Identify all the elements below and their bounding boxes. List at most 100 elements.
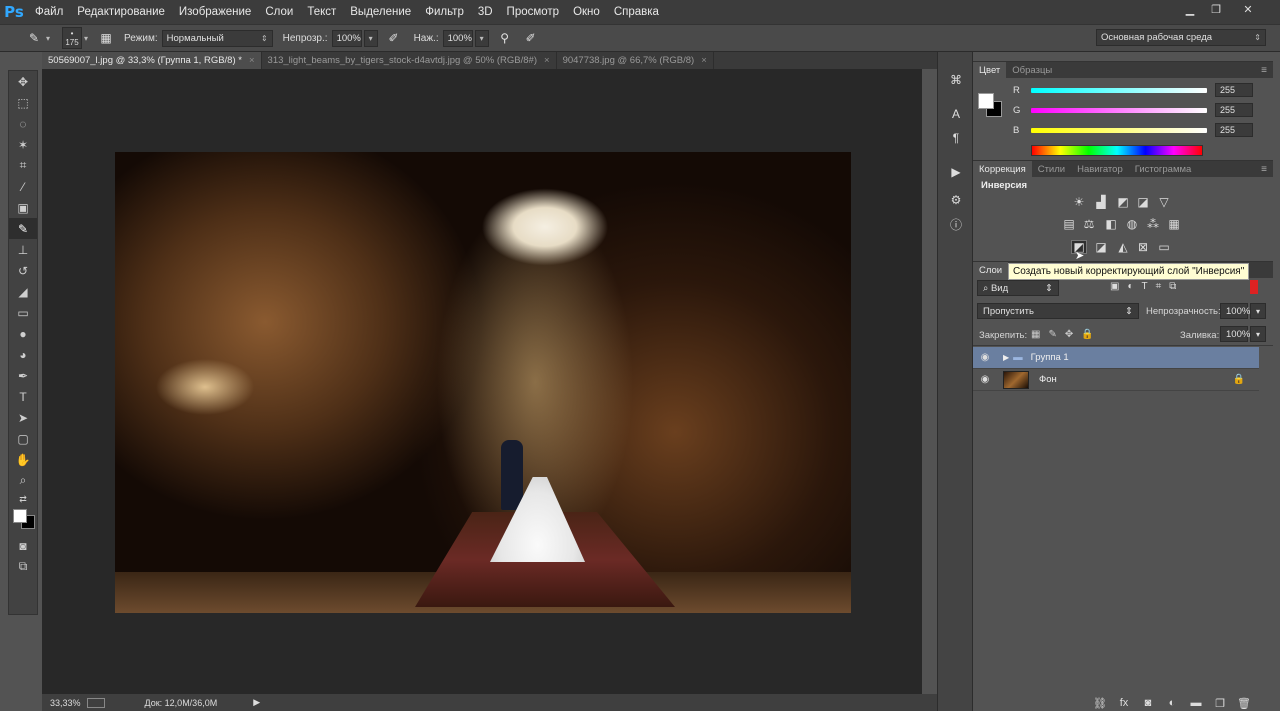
close-icon[interactable]: × <box>544 55 550 66</box>
actions-panel-icon[interactable]: ▶ <box>942 162 970 182</box>
tab-swatches[interactable]: Образцы <box>1006 62 1058 78</box>
color-balance-icon[interactable]: ⚖ <box>1081 217 1097 231</box>
eyedropper-tool-icon[interactable]: ⁄ <box>9 176 37 197</box>
brush-size-picker[interactable]: • 175 <box>62 27 83 49</box>
color-swatches[interactable] <box>9 507 37 535</box>
quick-mask-icon[interactable]: ◙ <box>9 535 37 556</box>
close-icon[interactable]: × <box>701 55 707 66</box>
document-image[interactable] <box>115 152 851 613</box>
photo-filter-icon[interactable]: ◍ <box>1124 217 1140 231</box>
brush-preset-icon[interactable]: ✎ <box>24 29 44 47</box>
menu-filter[interactable]: Фильтр <box>418 0 471 24</box>
layer-opacity-input[interactable]: 100% <box>1220 303 1250 319</box>
pressure-input[interactable]: 100% <box>442 29 473 47</box>
chevron-down-icon[interactable]: ▾ <box>46 34 50 43</box>
curves-icon[interactable]: ◩ <box>1115 195 1131 209</box>
pressure-size-icon[interactable]: ✐ <box>521 29 541 47</box>
shape-tool-icon[interactable]: ▢ <box>9 428 37 449</box>
channel-mixer-icon[interactable]: ⁂ <box>1145 217 1161 231</box>
levels-icon[interactable]: ▟ <box>1093 195 1109 209</box>
zoom-tool-icon[interactable]: ⌕ <box>9 470 37 491</box>
slider-g[interactable]: G 255 <box>1013 103 1253 117</box>
color-lookup-icon[interactable]: ▦ <box>1166 217 1182 231</box>
mode-select[interactable]: Нормальный ⇕ <box>161 29 273 47</box>
tab-histogram[interactable]: Гистограмма <box>1129 161 1198 177</box>
hue-saturation-icon[interactable]: ▤ <box>1061 217 1077 231</box>
eye-icon[interactable]: ◉ <box>973 352 997 363</box>
eraser-tool-icon[interactable]: ◢ <box>9 281 37 302</box>
restore-icon[interactable]: ❐ <box>1204 0 1228 18</box>
filter-type-icon[interactable]: T <box>1142 281 1148 292</box>
layer-name[interactable]: Фон <box>1039 374 1057 385</box>
fill-input[interactable]: 100% <box>1220 326 1250 342</box>
history-brush-tool-icon[interactable]: ↺ <box>9 260 37 281</box>
menu-window[interactable]: Окно <box>566 0 607 24</box>
info-panel-icon[interactable]: ⓘ <box>942 214 970 234</box>
layer-row-group[interactable]: ◉ ▶ ▬ Группа 1 <box>973 347 1259 369</box>
status-menu-arrow-icon[interactable]: ▶ <box>253 697 260 708</box>
menu-image[interactable]: Изображение <box>172 0 258 24</box>
menu-help[interactable]: Справка <box>607 0 666 24</box>
filter-shape-icon[interactable]: ⌗ <box>1156 281 1162 292</box>
filter-adjustment-icon[interactable]: ◐ <box>1127 281 1133 292</box>
layer-style-icon[interactable]: fx <box>1112 697 1136 710</box>
tab-navigator[interactable]: Навигатор <box>1071 161 1129 177</box>
blend-mode-select[interactable]: Пропустить ⇕ <box>977 303 1139 319</box>
menu-file[interactable]: Файл <box>28 0 70 24</box>
pen-tool-icon[interactable]: ✒ <box>9 365 37 386</box>
menu-view[interactable]: Просмотр <box>500 0 567 24</box>
panel-menu-icon[interactable]: ≡ <box>1261 161 1273 177</box>
menu-3d[interactable]: 3D <box>471 0 500 24</box>
lock-position-icon[interactable]: ✥ <box>1065 329 1073 340</box>
tab-styles[interactable]: Стили <box>1032 161 1071 177</box>
tab-document-3[interactable]: 9047738.jpg @ 66,7% (RGB/8) × <box>557 52 714 69</box>
zoom-level[interactable]: 33,33% <box>50 698 81 708</box>
opacity-input[interactable]: 100% <box>331 29 362 47</box>
swap-colors-icon[interactable]: ⇄ <box>9 491 37 507</box>
lock-transparency-icon[interactable]: ▦ <box>1031 329 1040 340</box>
filter-smart-object-icon[interactable]: ⧉ <box>1169 281 1176 292</box>
channel-value-input[interactable]: 255 <box>1215 103 1253 117</box>
filter-pixel-icon[interactable]: ▣ <box>1110 281 1119 292</box>
lasso-tool-icon[interactable]: ◌ <box>9 113 37 134</box>
posterize-icon[interactable]: ◪ <box>1093 240 1109 254</box>
add-mask-icon[interactable]: ◙ <box>1136 697 1160 710</box>
tab-layers[interactable]: Слои <box>973 262 1009 278</box>
lock-pixels-icon[interactable]: ✎ <box>1048 329 1056 340</box>
threshold-icon[interactable]: ◭ <box>1115 240 1131 254</box>
path-selection-tool-icon[interactable]: ➤ <box>9 407 37 428</box>
gradient-tool-icon[interactable]: ▭ <box>9 302 37 323</box>
opacity-dropdown[interactable]: ▾ <box>363 29 378 47</box>
layer-opacity-dropdown[interactable]: ▾ <box>1250 303 1266 319</box>
tab-adjustments[interactable]: Коррекция <box>973 161 1032 177</box>
new-group-icon[interactable]: ▬ <box>1184 697 1208 710</box>
link-layers-icon[interactable]: ⛓ <box>1088 697 1112 710</box>
foreground-color-swatch[interactable] <box>978 93 994 109</box>
brush-tool-icon[interactable]: ✎ <box>9 218 37 239</box>
brush-panel-icon[interactable]: ▦ <box>96 29 116 47</box>
dodge-tool-icon[interactable]: ◕ <box>9 344 37 365</box>
menu-edit[interactable]: Редактирование <box>70 0 172 24</box>
exposure-icon[interactable]: ◪ <box>1135 195 1151 209</box>
panel-menu-icon[interactable]: ≡ <box>1261 62 1273 78</box>
clone-stamp-tool-icon[interactable]: ⊥ <box>9 239 37 260</box>
vibrance-icon[interactable]: ▽ <box>1156 195 1172 209</box>
black-white-icon[interactable]: ◧ <box>1103 217 1119 231</box>
fill-dropdown[interactable]: ▾ <box>1250 326 1266 342</box>
canvas-area[interactable] <box>42 69 922 694</box>
chevron-down-icon[interactable]: ▾ <box>84 34 88 43</box>
screen-mode-icon[interactable]: ⧉ <box>9 556 37 577</box>
color-spectrum-ramp[interactable] <box>1031 145 1203 156</box>
history-panel-icon[interactable]: ⌘ <box>942 70 970 90</box>
blur-tool-icon[interactable]: ● <box>9 323 37 344</box>
crop-tool-icon[interactable]: ⌗ <box>9 155 37 176</box>
slider-track[interactable] <box>1031 107 1207 113</box>
brightness-contrast-icon[interactable]: ☀ <box>1071 195 1087 209</box>
close-icon[interactable]: ✕ <box>1236 0 1260 18</box>
tab-document-1[interactable]: 50569007_l.jpg @ 33,3% (Группа 1, RGB/8)… <box>42 52 262 69</box>
layer-name[interactable]: Группа 1 <box>1031 352 1069 363</box>
lock-all-icon[interactable]: 🔒 <box>1081 329 1093 340</box>
pressure-dropdown[interactable]: ▾ <box>474 29 489 47</box>
slider-b[interactable]: B 255 <box>1013 123 1253 137</box>
layer-row-background[interactable]: ◉ Фон 🔒 <box>973 369 1259 391</box>
